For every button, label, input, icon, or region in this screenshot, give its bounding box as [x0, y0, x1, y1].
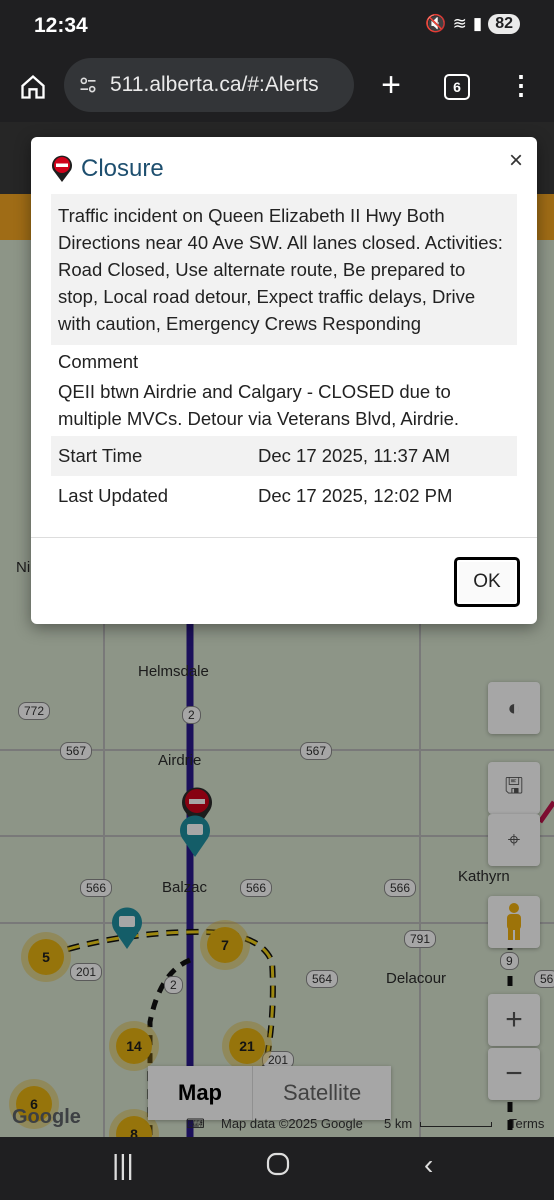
close-button[interactable]: × — [509, 147, 523, 175]
dialog-title-text: Closure — [81, 155, 164, 182]
wifi-icon: ≋ — [452, 14, 467, 33]
home-button[interactable] — [16, 70, 50, 104]
tab-count: 6 — [444, 74, 470, 100]
site-settings-icon — [80, 77, 96, 93]
detail-label: Start Time — [58, 445, 143, 466]
recents-button[interactable]: ||| — [112, 1149, 134, 1181]
browser-toolbar: 511.alberta.ca/#:Alerts + 6 ⋮ — [0, 56, 554, 122]
incident-description: Traffic incident on Queen Elizabeth II H… — [51, 194, 517, 345]
home-nav-button[interactable] — [266, 1151, 290, 1183]
comment-label: Comment — [58, 351, 139, 372]
back-button[interactable]: ‹ — [424, 1149, 433, 1181]
detail-row: Last Updated Dec 17 2025, 12:02 PM — [51, 476, 517, 516]
detail-value: Dec 17 2025, 11:37 AM — [258, 445, 450, 466]
detail-value: Dec 17 2025, 12:02 PM — [258, 485, 453, 506]
new-tab-button[interactable]: + — [374, 65, 408, 104]
status-bar: 12:34 🔇 ≋ ▮ 82 — [0, 0, 554, 56]
alert-dialog: Closure × Traffic incident on Queen Eliz… — [31, 137, 537, 624]
signal-icon: ▮ — [472, 14, 483, 33]
home-icon — [21, 74, 45, 99]
dialog-divider — [31, 537, 537, 538]
battery-level: 82 — [488, 14, 520, 34]
url-text: 511.alberta.ca/#:Alerts — [110, 73, 319, 96]
tab-switcher-button[interactable]: 6 — [442, 72, 472, 102]
plus-icon: + — [381, 65, 401, 104]
dialog-title: Closure — [51, 155, 164, 183]
closure-icon — [52, 155, 72, 182]
more-vert-icon: ⋮ — [508, 69, 534, 100]
mute-icon: 🔇 — [425, 14, 447, 33]
home-circle-icon — [266, 1152, 290, 1176]
clock: 12:34 — [34, 14, 88, 37]
address-bar[interactable]: 511.alberta.ca/#:Alerts — [64, 58, 354, 112]
ok-button[interactable]: OK — [455, 558, 519, 606]
comment-text: QEII btwn Airdrie and Calgary - CLOSED d… — [58, 381, 459, 429]
system-nav-bar: ||| ‹ — [0, 1137, 554, 1200]
detail-label: Last Updated — [58, 485, 169, 506]
menu-button[interactable]: ⋮ — [508, 68, 534, 102]
status-icons: 🔇 ≋ ▮ 82 — [425, 14, 520, 34]
detail-row: Start Time Dec 17 2025, 11:37 AM — [51, 436, 517, 476]
